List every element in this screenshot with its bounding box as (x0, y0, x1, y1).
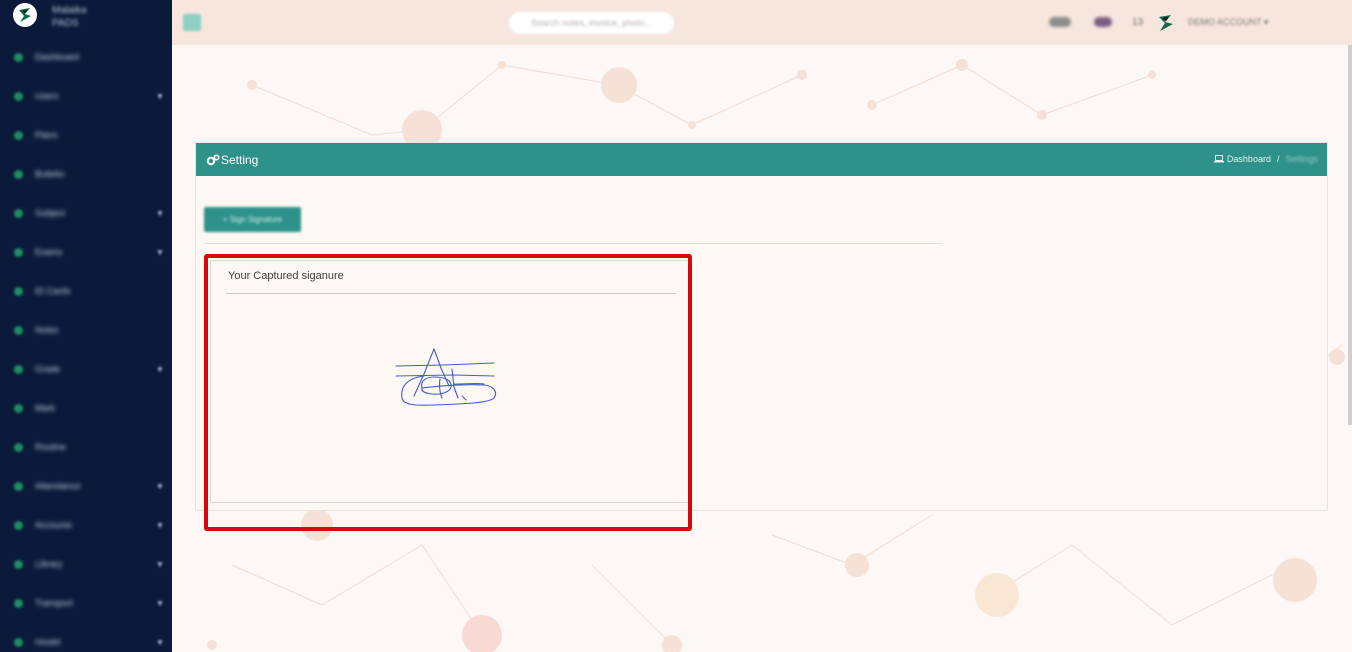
brand-name: Malaika (52, 5, 87, 16)
sidebar-item[interactable]: Bulletin (0, 156, 172, 195)
sidebar-item-label: Bulletin (35, 169, 65, 179)
chevron-down-icon: ▼ (156, 209, 164, 218)
home-icon (14, 53, 23, 62)
notes-icon (14, 326, 23, 335)
account-avatar[interactable] (1157, 13, 1175, 33)
chevron-down-icon: ▼ (156, 365, 164, 374)
sidebar-item[interactable]: Routine (0, 429, 172, 468)
sidebar-item[interactable]: Subject ▼ (0, 195, 172, 234)
chevron-down-icon: ▼ (156, 599, 164, 608)
signature-card-title: Your Captured siganure (228, 270, 344, 282)
gears-icon (206, 154, 220, 166)
laptop-icon (1213, 155, 1224, 163)
panel-header: Setting Dashboard / Settings (196, 143, 1327, 176)
exams-icon (14, 248, 23, 257)
attendance-icon (14, 482, 23, 491)
library-icon (14, 560, 23, 569)
sidebar-item[interactable]: Hostel ▼ (0, 624, 172, 652)
sidebar-item[interactable]: ID Cards (0, 273, 172, 312)
grade-icon (14, 365, 23, 374)
notification-toggle[interactable] (1049, 17, 1071, 27)
sidebar-item-label: Exams (35, 247, 63, 257)
sidebar-item-label: Accounts (35, 520, 73, 530)
message-count[interactable]: 13 (1132, 17, 1143, 28)
sidebar-item[interactable]: Accounts ▼ (0, 507, 172, 546)
sidebar: Malaika PADS Dashboard Users ▼ Plans Bulleti… (0, 0, 172, 652)
sidebar-item[interactable]: Attendance ▼ (0, 468, 172, 507)
card-icon (14, 287, 23, 296)
sidebar-item-label: Mark (35, 403, 55, 413)
sidebar-item[interactable]: Notes (0, 312, 172, 351)
subject-icon (14, 209, 23, 218)
sidebar-item[interactable]: Dashboard (0, 39, 172, 78)
chevron-down-icon: ▼ (156, 92, 164, 101)
signature-history-button[interactable]: + Sign Signature (204, 207, 301, 232)
logo-icon (13, 3, 37, 27)
divider (204, 243, 942, 244)
transport-icon (14, 599, 23, 608)
search-input[interactable]: Search notes, invoice, photo... (509, 12, 674, 34)
accounts-icon (14, 521, 23, 530)
breadcrumb-separator: / (1276, 154, 1280, 164)
sidebar-item[interactable]: Users ▼ (0, 78, 172, 117)
main-content: Setting Dashboard / Settings + Sign Sign… (172, 45, 1352, 652)
sidebar-item-label: Users (35, 91, 59, 101)
sidebar-item[interactable]: Library ▼ (0, 546, 172, 585)
sidebar-item-label: Notes (35, 325, 59, 335)
sidebar-item-label: Routine (35, 442, 67, 452)
sidebar-item[interactable]: Transport ▼ (0, 585, 172, 624)
sidebar-item-label: Transport (35, 598, 74, 608)
settings-panel: Setting Dashboard / Settings + Sign Sign… (195, 142, 1328, 511)
sidebar-nav: Dashboard Users ▼ Plans Bulletin Subject ▼ Exam… (0, 39, 172, 652)
account-name[interactable]: DEMO ACCOUNT ▾ (1188, 17, 1268, 28)
signature-card: Your Captured siganure (210, 260, 690, 503)
language-flag-icon[interactable] (1094, 17, 1112, 27)
chevron-down-icon: ▼ (156, 521, 164, 530)
breadcrumb: Dashboard / Settings (1213, 154, 1318, 164)
sidebar-item-label: Subject (35, 208, 66, 218)
sidebar-item[interactable]: Exams ▼ (0, 234, 172, 273)
topbar: Search notes, invoice, photo... 13 DEMO … (172, 0, 1352, 45)
sidebar-item-label: Dashboard (35, 52, 80, 62)
chevron-down-icon: ▼ (156, 482, 164, 491)
brand[interactable]: Malaika PADS (0, 0, 172, 38)
sidebar-item-label: Grade (35, 364, 61, 374)
sidebar-item-label: Attendance (35, 481, 81, 491)
chevron-down-icon: ▼ (156, 638, 164, 647)
page-scrollbar[interactable] (1348, 45, 1352, 425)
sidebar-item[interactable]: Plans (0, 117, 172, 156)
chevron-down-icon: ▼ (156, 560, 164, 569)
sidebar-item-label: ID Cards (35, 286, 71, 296)
breadcrumb-dashboard-link[interactable]: Dashboard (1227, 154, 1271, 164)
breadcrumb-current: Settings (1285, 154, 1318, 164)
sidebar-item[interactable]: Grade ▼ (0, 351, 172, 390)
page-title: Setting (221, 153, 259, 167)
plans-icon (14, 131, 23, 140)
sidebar-item-label: Library (35, 559, 63, 569)
users-icon (14, 92, 23, 101)
sidebar-item[interactable]: Mark (0, 390, 172, 429)
signature-card-divider (226, 293, 676, 294)
hostel-icon (14, 638, 23, 647)
menu-toggle-icon[interactable] (183, 14, 201, 31)
mark-icon (14, 404, 23, 413)
sidebar-item-label: Hostel (35, 637, 61, 647)
brand-sub: PADS (52, 18, 79, 29)
sidebar-item-label: Plans (35, 130, 58, 140)
chevron-down-icon: ▼ (156, 248, 164, 257)
routine-icon (14, 443, 23, 452)
captured-signature-image (395, 348, 497, 406)
bulletin-icon (14, 170, 23, 179)
